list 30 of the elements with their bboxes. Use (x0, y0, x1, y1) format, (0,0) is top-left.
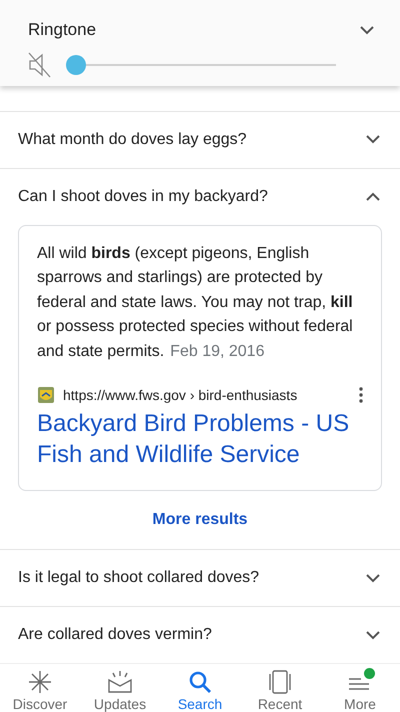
muted-speaker-icon[interactable] (28, 52, 52, 78)
chevron-down-icon (366, 135, 380, 144)
chevron-down-icon (366, 574, 380, 582)
question-text: What month do doves lay eggs? (18, 130, 247, 148)
chevron-down-icon (366, 630, 380, 640)
question-row[interactable]: Is it legal to shoot collared doves? (0, 549, 400, 606)
chevron-up-icon (366, 192, 380, 201)
nav-tab[interactable]: Search (160, 664, 240, 712)
search-icon (188, 670, 212, 694)
nav-tab[interactable]: More (320, 664, 400, 712)
cards-icon (268, 670, 292, 694)
nav-tab[interactable]: Updates (80, 664, 160, 712)
question-row[interactable]: What month do doves lay eggs? (0, 110, 400, 168)
question-row[interactable]: Can I shoot doves in my backyard? (0, 168, 400, 224)
nav-tab[interactable]: Discover (0, 664, 80, 712)
more-options-icon[interactable] (359, 387, 363, 403)
question-text: Are collared doves vermin? (18, 626, 212, 644)
snippet-text: All wild birds (except pigeons, English sparrows and starlings) are protected by federal and state laws. You may not trap, kill or possess protected species without federal and state permits. Feb 19, 2016 (37, 244, 354, 362)
slider-thumb[interactable] (66, 55, 86, 75)
question-text: Can I shoot doves in my backyard? (18, 188, 268, 206)
question-text: Is it legal to shoot collared doves? (18, 569, 260, 587)
more-results-link[interactable]: More results (152, 491, 248, 549)
tray-icon (107, 670, 133, 694)
panel-title: Ringtone (28, 20, 96, 40)
result-title-link[interactable]: Backyard Bird Problems - US Fish and Wildlife Service (37, 408, 363, 470)
asterisk-icon (28, 670, 52, 694)
nav-tab[interactable]: Recent (240, 664, 320, 712)
result-url: https://www.fws.gov › bird-enthusiasts (63, 387, 298, 403)
site-logo-icon (37, 386, 55, 404)
chevron-down-icon (360, 26, 374, 34)
